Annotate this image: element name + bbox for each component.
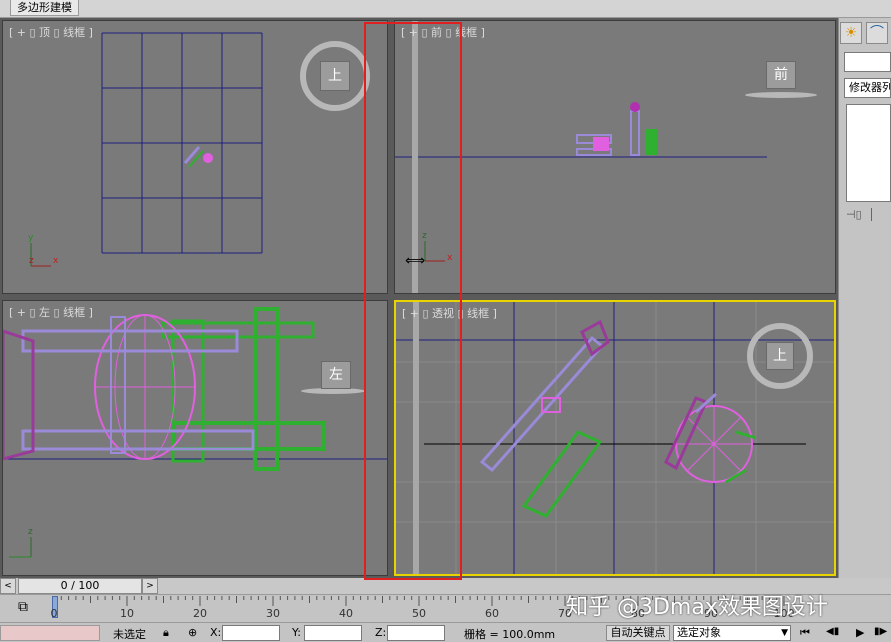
timeline-toggle-icon[interactable]: ⧉ [12, 598, 34, 616]
left-chair-shape [3, 307, 325, 471]
selection-status: 未选定 [113, 628, 146, 641]
timeline-tick-label: 40 [339, 607, 353, 620]
perspective-chair-left [479, 319, 610, 518]
ribbon-tab-polygon-modeling[interactable]: 多边形建模 [10, 0, 79, 16]
axis-gizmo-top [30, 243, 51, 267]
curve-icon[interactable]: ⌒ [866, 22, 888, 44]
prev-frame-button[interactable]: ◀▮ [826, 626, 839, 637]
grid-size-status: 栅格 = 100.0mm [464, 628, 556, 641]
axis-label-x: x [53, 256, 59, 266]
timeline-tick-label: 30 [266, 607, 280, 620]
axis-gizmo-left [9, 537, 32, 558]
transform-mode-icon[interactable]: ⊕ [188, 626, 197, 639]
x-coordinate-field[interactable] [222, 625, 280, 641]
timeline-tick-label: 20 [193, 607, 207, 620]
time-slider-bar: < 0 / 100 > [0, 578, 160, 594]
lock-icon[interactable]: 🔒︎ [163, 626, 169, 640]
go-to-start-button[interactable]: ⏮ [800, 626, 810, 640]
time-slider-prev-button[interactable]: < [0, 578, 16, 594]
viewport-label-top[interactable]: [ + ▯ 顶 ▯ 线框 ] [9, 24, 93, 40]
timeline-tick-label: 60 [485, 607, 499, 620]
command-panel [838, 18, 891, 578]
viewcube-left[interactable]: 左 [321, 361, 351, 389]
left-viewport-canvas [3, 307, 387, 558]
stack-tools: ⊣▯ [846, 208, 891, 230]
object-name-field[interactable] [844, 52, 891, 72]
time-slider-next-button[interactable]: > [142, 578, 158, 594]
timeline-tick-label: 10 [120, 607, 134, 620]
viewcube-perspective[interactable]: 上 [766, 342, 794, 370]
ribbon-bar [0, 0, 891, 18]
timeline-tick-label: 50 [412, 607, 426, 620]
annotation-highlight-box [364, 22, 462, 580]
maxscript-listener[interactable] [0, 625, 100, 641]
pin-icon[interactable]: ⊣▯ [846, 208, 862, 221]
axis-label-y: y [28, 233, 34, 243]
key-filter-value: 选定对象 [677, 626, 721, 639]
play-button[interactable]: ▶ [856, 626, 864, 639]
front-chair-shape [576, 102, 657, 156]
viewport-top[interactable]: [ + ▯ 顶 ▯ 线框 ] 上 y z x [2, 20, 388, 294]
modifier-list-dropdown[interactable]: 修改器列表 [844, 78, 891, 98]
time-slider-thumb[interactable]: 0 / 100 [18, 578, 142, 594]
y-label: Y: [292, 626, 301, 639]
y-coordinate-field[interactable] [304, 625, 362, 641]
axis-label-z-top: z [29, 256, 34, 266]
command-panel-tabs: ☀ ⌒ [840, 20, 891, 44]
key-filter-dropdown[interactable]: 选定对象 ▼ [673, 625, 791, 641]
z-coordinate-field[interactable] [387, 625, 445, 641]
top-chair-shape [183, 146, 213, 168]
viewcube-front[interactable]: 前 [766, 61, 796, 89]
stack-separator [871, 208, 876, 221]
chevron-down-icon: ▼ [781, 628, 788, 638]
viewcube-top[interactable]: 上 [320, 61, 350, 91]
next-frame-button[interactable]: ▮▶ [874, 626, 887, 637]
z-label: Z: [375, 626, 387, 639]
sun-icon[interactable]: ☀ [840, 22, 862, 44]
timeline-tick-label: 0 [50, 607, 58, 620]
perspective-chair-right [664, 392, 757, 484]
auto-key-button[interactable]: 自动关键点 [606, 625, 670, 641]
x-label: X: [210, 626, 222, 639]
viewport-label-left[interactable]: [ + ▯ 左 ▯ 线框 ] [9, 304, 93, 320]
modifier-stack[interactable] [846, 104, 891, 202]
axis-label-z-left: z [28, 527, 33, 537]
viewport-left[interactable]: [ + ▯ 左 ▯ 线框 ] 左 z [2, 300, 388, 576]
watermark-text: 知乎 @3Dmax效果图设计 [566, 595, 828, 620]
